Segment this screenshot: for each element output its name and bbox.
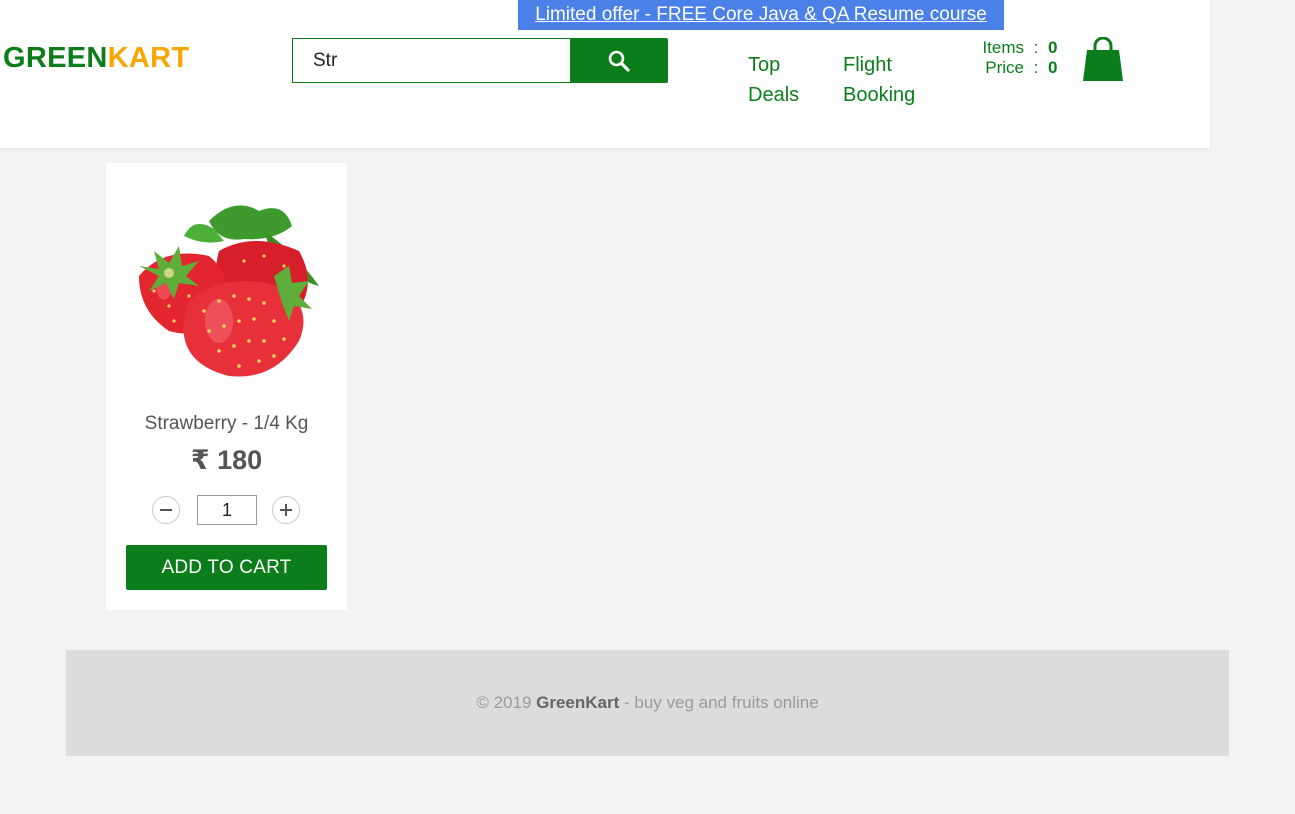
quantity-stepper	[152, 494, 302, 526]
cart-items-label: Items	[982, 38, 1024, 57]
decrement-button[interactable]	[152, 496, 180, 524]
nav-flight-booking-link[interactable]: Flight Booking	[843, 50, 933, 110]
cart-items-row: Items : 0	[975, 38, 1060, 58]
increment-button[interactable]	[272, 496, 300, 524]
cart-price-value: 0	[1048, 58, 1058, 77]
product-name: Strawberry - 1/4 Kg	[144, 413, 309, 434]
cart-price-label: Price	[985, 58, 1024, 77]
cart-button[interactable]	[1082, 36, 1124, 82]
strawberry-image	[139, 205, 319, 377]
cart-price-separator: :	[1033, 58, 1039, 77]
footer-brand: GreenKart	[536, 693, 620, 712]
quantity-input[interactable]	[197, 495, 257, 525]
footer-tagline: - buy veg and fruits online	[619, 693, 819, 712]
footer: © 2019 GreenKart - buy veg and fruits on…	[66, 650, 1229, 756]
promo-banner-link[interactable]: Limited offer - FREE Core Java & QA Resu…	[518, 0, 1004, 30]
minus-icon	[160, 509, 172, 511]
search-bar	[292, 38, 668, 83]
shopping-bag-icon	[1083, 36, 1123, 81]
nav-top-deals-link[interactable]: Top Deals	[748, 50, 808, 110]
search-icon	[608, 50, 630, 72]
product-price: ₹ 180	[190, 445, 263, 475]
brand-logo[interactable]: GREENKART	[3, 42, 189, 75]
cart-price-row: Price : 0	[975, 58, 1060, 78]
brand-logo-green: GREEN	[3, 42, 108, 74]
plus-icon	[280, 504, 292, 516]
footer-copyright: © 2019	[476, 693, 537, 712]
add-to-cart-button[interactable]: ADD TO CART	[126, 545, 327, 590]
cart-summary: Items : 0 Price : 0	[975, 38, 1060, 78]
search-button[interactable]	[570, 38, 668, 83]
brand-logo-orange: KART	[107, 42, 190, 74]
product-card: Strawberry - 1/4 Kg ₹ 180 ADD TO CART	[106, 163, 347, 610]
header: Limited offer - FREE Core Java & QA Resu…	[0, 0, 1210, 148]
search-input[interactable]	[292, 38, 570, 83]
cart-items-separator: :	[1033, 38, 1039, 57]
cart-items-count: 0	[1048, 38, 1058, 57]
